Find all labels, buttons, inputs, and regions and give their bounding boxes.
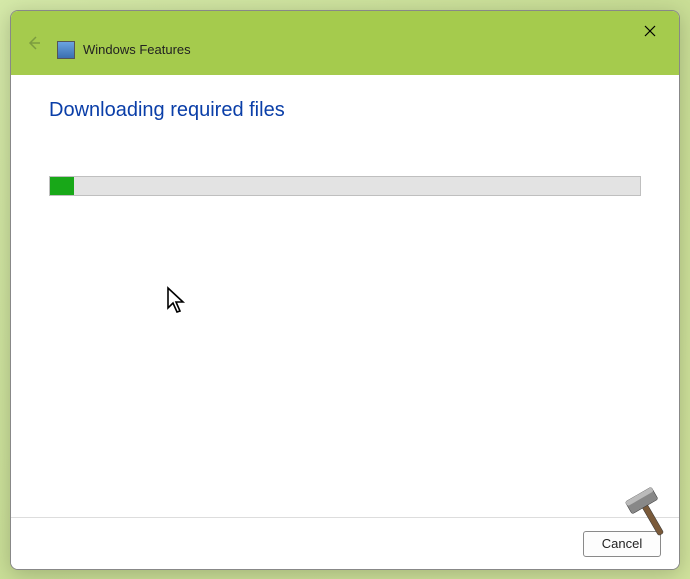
progress-fill [50,177,74,195]
progress-bar [49,176,641,196]
dialog-window: Windows Features Downloading required fi… [10,10,680,570]
close-icon [644,25,656,37]
app-icon [57,41,75,59]
content-area: Downloading required files [11,75,679,517]
dialog-footer: Cancel [11,517,679,569]
back-arrow-icon [26,35,42,51]
close-button[interactable] [629,17,671,45]
titlebar: Windows Features [11,11,679,75]
cancel-button[interactable]: Cancel [583,531,661,557]
back-button[interactable] [25,34,43,52]
heading: Downloading required files [49,99,641,122]
window-title: Windows Features [83,42,191,57]
